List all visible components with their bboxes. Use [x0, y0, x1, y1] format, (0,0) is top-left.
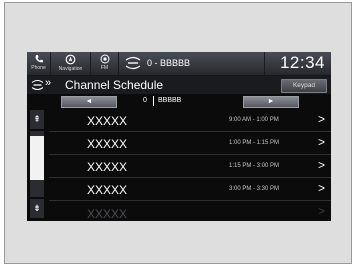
fm-label: FM: [100, 65, 109, 71]
header-bar: » Channel Schedule Keypad: [27, 76, 331, 94]
program-time: 1:00 PM - 1:15 PM: [229, 140, 280, 146]
program-name: XXXXX: [87, 137, 128, 151]
scroll-up-button[interactable]: ⇞: [30, 110, 44, 129]
schedule-row[interactable]: XXXXX 1:00 PM - 1:15 PM >: [49, 132, 331, 155]
satellite-radio-icon: [31, 79, 44, 91]
previous-channel-button[interactable]: ◄: [61, 96, 117, 108]
schedule-row[interactable]: XXXXX 3:00 PM - 3:30 PM >: [49, 178, 331, 201]
radio-icon: [100, 54, 109, 64]
channel-nav-row: ◄ 0 BBBBB ►: [27, 96, 331, 108]
scroll-thumb[interactable]: [30, 136, 44, 180]
page-title: Channel Schedule: [65, 78, 164, 92]
channel-name: BBBBB: [158, 97, 182, 104]
chevron-right-icon: >: [317, 135, 325, 149]
double-chevron-icon: »: [45, 77, 51, 89]
program-name: XXXXX: [87, 207, 128, 221]
scroll-down-button[interactable]: ⇟: [30, 199, 44, 218]
audio-screen: Phone Navigation FM 0 - BBBBB 12:34 » Ch…: [27, 52, 331, 221]
satellite-radio-icon: [125, 56, 141, 70]
schedule-row[interactable]: XXXXX >: [49, 201, 331, 221]
phone-button[interactable]: Phone: [27, 52, 51, 75]
program-time: 1:15 PM - 3:00 PM: [229, 163, 280, 169]
current-station[interactable]: 0 - BBBBB: [119, 52, 265, 75]
program-name: XXXXX: [87, 160, 128, 174]
navigation-label: Navigation: [58, 66, 83, 72]
navigation-button[interactable]: Navigation: [51, 52, 91, 75]
chevron-right-icon: >: [317, 158, 325, 172]
program-time: 9:00 AM - 1:00 PM: [229, 117, 279, 123]
fm-button[interactable]: FM: [91, 52, 119, 75]
clock: 12:34: [279, 53, 325, 72]
program-name: XXXXX: [87, 183, 128, 197]
channel-separator: [153, 96, 154, 106]
phone-label: Phone: [31, 65, 46, 71]
schedule-row[interactable]: XXXXX 9:00 AM - 1:00 PM >: [49, 109, 331, 132]
keypad-button[interactable]: Keypad: [281, 79, 327, 93]
next-channel-button[interactable]: ►: [243, 96, 299, 108]
navigation-icon: [65, 54, 76, 65]
program-name: XXXXX: [87, 114, 128, 128]
station-text: 0 - BBBBB: [147, 58, 191, 68]
schedule-row[interactable]: XXXXX 1:15 PM - 3:00 PM >: [49, 155, 331, 178]
chevron-right-icon: >: [317, 204, 325, 218]
top-status-bar: Phone Navigation FM 0 - BBBBB 12:34: [27, 52, 331, 76]
program-time: 3:00 PM - 3:30 PM: [229, 186, 280, 192]
phone-icon: [35, 55, 43, 63]
chevron-right-icon: >: [317, 112, 325, 126]
channel-number: 0: [143, 97, 147, 104]
chevron-right-icon: >: [317, 181, 325, 195]
schedule-list: XXXXX 9:00 AM - 1:00 PM > XXXXX 1:00 PM …: [49, 109, 331, 221]
